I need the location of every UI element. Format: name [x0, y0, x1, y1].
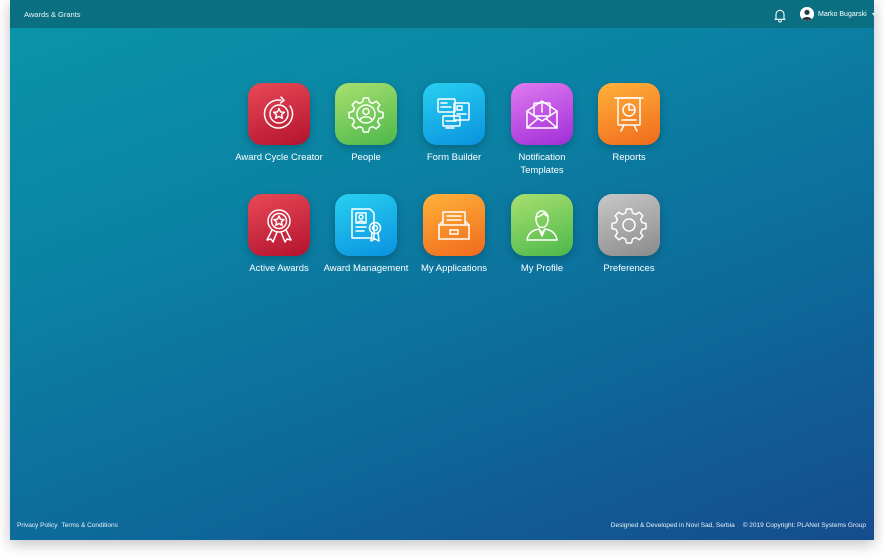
- tile-label: Reports: [612, 152, 646, 163]
- tile-label: My Profile: [520, 263, 564, 274]
- settings-gear-icon: [598, 194, 660, 256]
- user-name: Marko Bugarski: [818, 10, 867, 18]
- user-avatar-icon: [800, 7, 814, 21]
- award-cycle-icon: [248, 83, 310, 145]
- footer-links: Privacy Policy Terms & Conditions: [17, 522, 118, 529]
- terms-conditions-link[interactable]: Terms & Conditions: [61, 522, 117, 529]
- footer-credits: Designed & Developed in Novi Sad, Serbia…: [611, 522, 866, 529]
- chevron-down-icon: [871, 12, 874, 16]
- tile-label: Active Awards: [249, 263, 309, 274]
- form-builder-icon: [423, 83, 485, 145]
- tile-label: Notification Templates: [518, 152, 566, 176]
- top-bar: Awards & Grants Marko Bugarski: [10, 0, 874, 28]
- people-gear-icon: [335, 83, 397, 145]
- tile-label: Form Builder: [426, 152, 482, 163]
- tile-award-management[interactable]: Award Management: [322, 194, 410, 276]
- tile-label: People: [351, 152, 381, 163]
- tile-label: Preferences: [603, 263, 655, 274]
- copyright-text: © 2019 Copyright: PLANet Systems Group: [742, 522, 866, 529]
- tile-label: Award Management: [323, 263, 409, 274]
- profile-user-icon: [511, 194, 573, 256]
- user-menu[interactable]: Marko Bugarski: [800, 6, 874, 22]
- tile-form-builder[interactable]: Form Builder: [410, 83, 498, 165]
- reports-chart-icon: [598, 83, 660, 145]
- award-certificate-icon: [335, 194, 397, 256]
- tile-award-cycle-creator[interactable]: Award Cycle Creator: [235, 83, 323, 165]
- tile-notification-templates[interactable]: Notification Templates: [498, 83, 586, 177]
- tile-my-applications[interactable]: My Applications: [410, 194, 498, 276]
- tile-label: Award Cycle Creator: [235, 152, 323, 163]
- tile-my-profile[interactable]: My Profile: [498, 194, 586, 276]
- tile-active-awards[interactable]: Active Awards: [235, 194, 323, 276]
- bell-icon[interactable]: [772, 7, 788, 23]
- award-medal-icon: [248, 194, 310, 256]
- designed-by-text: Designed & Developed in Novi Sad, Serbia: [610, 522, 735, 529]
- tile-preferences[interactable]: Preferences: [585, 194, 673, 276]
- notification-envelope-icon: [511, 83, 573, 145]
- tile-label: My Applications: [420, 263, 487, 274]
- tile-reports[interactable]: Reports: [585, 83, 673, 165]
- app-window: Awards & Grants Marko Bugarski Award Cyc…: [10, 0, 874, 540]
- tile-people[interactable]: People: [322, 83, 410, 165]
- privacy-policy-link[interactable]: Privacy Policy: [17, 522, 57, 529]
- applications-drawer-icon: [423, 194, 485, 256]
- app-title[interactable]: Awards & Grants: [24, 10, 81, 19]
